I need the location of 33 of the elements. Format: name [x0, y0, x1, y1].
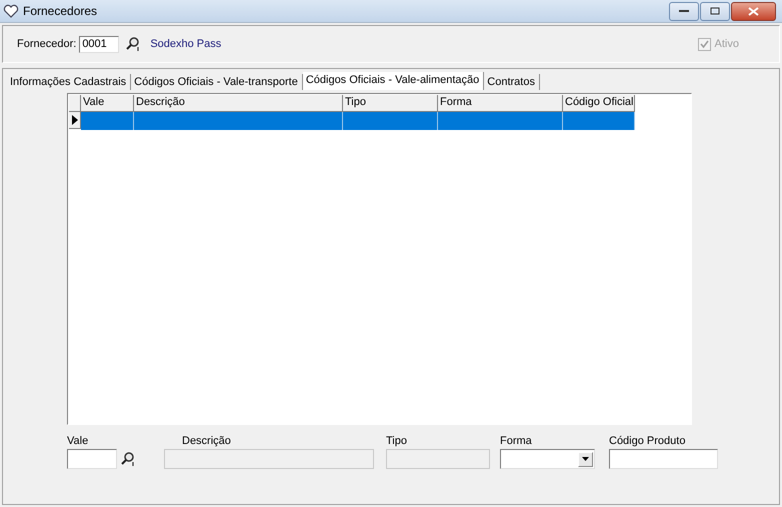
- minimize-icon: [679, 9, 689, 13]
- field-label: Vale: [67, 435, 90, 447]
- grid-cell[interactable]: [438, 112, 563, 130]
- input-field[interactable]: [609, 449, 718, 469]
- supplier-label: Fornecedor:: [17, 38, 76, 50]
- window-title: Fornecedores: [23, 4, 98, 18]
- search-icon[interactable]: [120, 451, 136, 467]
- column-header[interactable]: Descrição: [134, 95, 343, 112]
- supplier-name: Sodexho Pass: [150, 38, 222, 50]
- column-header[interactable]: Vale: [81, 95, 134, 112]
- row-pointer-icon: [72, 115, 78, 125]
- grid-cell[interactable]: [134, 112, 343, 130]
- close-button[interactable]: [731, 2, 776, 20]
- field-label: Forma: [500, 435, 533, 447]
- input-field[interactable]: [67, 449, 117, 469]
- close-icon: [748, 6, 759, 16]
- grid-cell[interactable]: [563, 112, 635, 130]
- field-label: Código Produto: [609, 435, 686, 447]
- supplier-code-field[interactable]: 0001: [79, 36, 120, 52]
- active-label: Ativo: [714, 38, 739, 50]
- column-header[interactable]: Código Oficial: [563, 95, 635, 112]
- maximize-button[interactable]: [700, 2, 730, 20]
- field-label: Tipo: [386, 435, 408, 447]
- minimize-button[interactable]: [669, 2, 699, 20]
- tab[interactable]: Códigos Oficiais - Vale-alimentação: [302, 72, 484, 90]
- dropdown[interactable]: [500, 449, 595, 469]
- column-header[interactable]: Forma: [438, 95, 563, 112]
- maximize-icon: [710, 7, 720, 15]
- search-icon[interactable]: [125, 36, 142, 52]
- grid-cell[interactable]: [81, 112, 134, 130]
- field-label: Descrição: [182, 435, 232, 447]
- grid-cell[interactable]: [343, 112, 438, 130]
- column-header[interactable]: Tipo: [343, 95, 438, 112]
